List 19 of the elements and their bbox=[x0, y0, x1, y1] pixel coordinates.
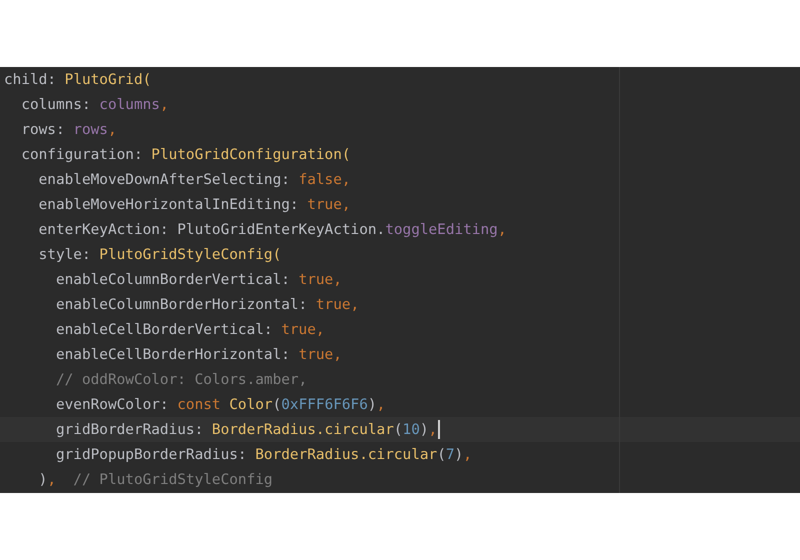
code-line: evenRowColor: const Color(0xFFF6F6F6), bbox=[56, 396, 386, 414]
code-line: configuration: PlutoGridConfiguration( bbox=[21, 146, 351, 164]
code-line: enableColumnBorderHorizontal: true, bbox=[56, 296, 360, 314]
code-line: enableCellBorderVertical: true, bbox=[56, 320, 325, 340]
code-line: gridPopupBorderRadius: BorderRadius.circular(7), bbox=[56, 446, 472, 464]
code-line: enableMoveHorizontalInEditing: true, bbox=[38, 196, 351, 214]
code-line: enterKeyAction: PlutoGridEnterKeyAction.toggleEditing, bbox=[38, 220, 507, 240]
code-line: ), // PlutoGridStyleConfig bbox=[38, 470, 273, 490]
code-line: enableColumnBorderVertical: true, bbox=[56, 270, 342, 290]
code-line: gridBorderRadius: BorderRadius.circular(10), bbox=[56, 420, 438, 440]
code-line: child: PlutoGrid( bbox=[4, 70, 152, 90]
code-editor[interactable] bbox=[0, 67, 800, 493]
code-line: columns: columns, bbox=[21, 96, 169, 114]
code-line: // oddRowColor: Colors.amber, bbox=[56, 370, 308, 390]
text-cursor bbox=[438, 420, 440, 439]
code-line: style: PlutoGridStyleConfig( bbox=[38, 246, 282, 264]
code-line: enableMoveDownAfterSelecting: false, bbox=[38, 170, 351, 190]
code-line: enableCellBorderHorizontal: true, bbox=[56, 346, 342, 364]
code-line: rows: rows, bbox=[21, 120, 117, 140]
